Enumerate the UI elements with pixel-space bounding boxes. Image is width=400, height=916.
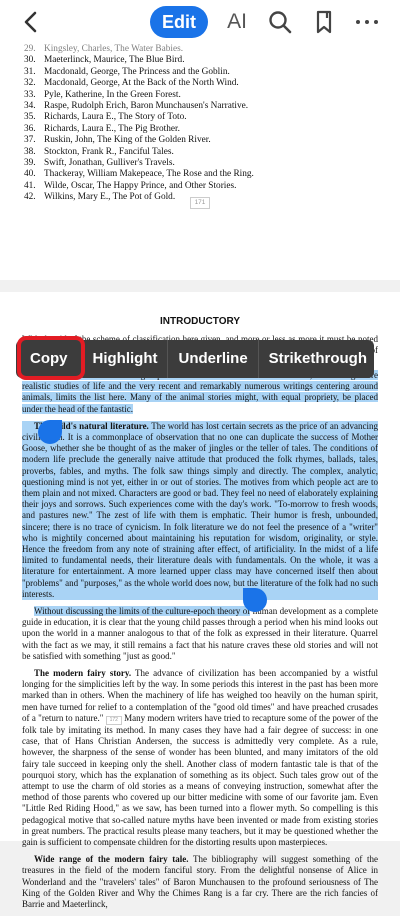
reference-list: 29. Kingsley, Charles, The Water Babies. 3… — [24, 44, 384, 203]
reference-item: 34. Raspe, Rudolph Erich, Baron Munchause… — [24, 101, 384, 112]
page-number: 171 — [190, 197, 210, 209]
top-app-bar: Edit AI — [0, 0, 400, 44]
paragraph: The modern fairy story. The advance of c… — [22, 668, 378, 848]
reference-text: Macdonald, George, The Princess and the … — [44, 66, 230, 77]
paragraph: Wide range of the modern fairy tale. The… — [22, 854, 378, 910]
strikethrough-button[interactable]: Strikethrough — [259, 340, 377, 378]
reference-item: 30. Maeterlinck, Maurice, The Blue Bird. — [24, 55, 384, 66]
ai-button[interactable]: AI — [222, 7, 252, 37]
paragraph: Without discussing the limits of the cul… — [22, 606, 378, 662]
reference-text: Maeterlinck, Maurice, The Blue Bird. — [44, 55, 185, 66]
reference-item: 41. Wilde, Oscar, The Happy Prince, and O… — [24, 181, 384, 192]
reference-item: 36. Richards, Laura E., The Pig Brother. — [24, 124, 384, 135]
reference-text: Macdonald, George, At the Back of the No… — [44, 78, 239, 89]
reference-number: 35. — [24, 112, 36, 123]
paragraph[interactable]: The child's natural literature. The worl… — [22, 420, 378, 601]
reference-item: 37. Ruskin, John, The King of the Golden … — [24, 135, 384, 146]
reference-number: 41. — [24, 180, 36, 191]
page-body: With the aid of the scheme of classifica… — [22, 334, 378, 916]
reference-number: 39. — [24, 157, 36, 168]
reference-item: 40. Thackeray, William Makepeace, The Ros… — [24, 169, 384, 180]
reference-item: 33. Pyle, Katherine, In the Green Forest. — [24, 90, 384, 101]
copy-highlight-frame — [17, 336, 85, 380]
reference-text: Swift, Jonathan, Gulliver's Travels. — [44, 157, 175, 168]
reference-text: Stockton, Frank R., Fanciful Tales. — [44, 146, 174, 157]
bookmark-icon[interactable] — [310, 8, 338, 36]
reference-number: 31. — [24, 66, 36, 77]
section-title: The modern fairy story. — [34, 668, 132, 679]
text: Many modern writers have tried to recapt… — [22, 712, 379, 847]
reference-text: Wilde, Oscar, The Happy Prince, and Othe… — [44, 180, 237, 191]
reference-number: 36. — [24, 123, 36, 134]
reference-text: Thackeray, William Makepeace, The Rose a… — [44, 169, 254, 180]
reference-text: Kingsley, Charles, The Water Babies. — [44, 44, 184, 54]
more-icon[interactable] — [352, 8, 382, 36]
page-heading: INTRODUCTORY — [160, 316, 240, 327]
reference-item: 31. Macdonald, George, The Princess and t… — [24, 67, 384, 78]
document-page: 29. Kingsley, Charles, The Water Babies. 3… — [0, 44, 400, 280]
reference-number: 33. — [24, 89, 36, 100]
highlight-button[interactable]: Highlight — [83, 340, 169, 378]
reference-text: Pyle, Katherine, In the Green Forest. — [44, 89, 181, 100]
reference-item: 32. Macdonald, George, At the Back of the… — [24, 78, 384, 89]
reference-text: Richards, Laura E., The Story of Toto. — [44, 112, 187, 123]
section-title: Wide range of the modern fairy tale. — [34, 854, 189, 865]
edit-button[interactable]: Edit — [150, 6, 208, 38]
reference-number: 29. — [24, 44, 36, 54]
reference-number: 42. — [24, 192, 36, 203]
text: The world has lost certain secrets as th… — [22, 420, 378, 599]
reference-number: 38. — [24, 146, 36, 157]
reference-number: 40. — [24, 169, 36, 180]
selected-text[interactable]: Without discussing the limits of the cul… — [34, 606, 251, 617]
reference-item: 39. Swift, Jonathan, Gulliver's Travels. — [24, 158, 384, 169]
selection-start-handle[interactable] — [38, 420, 62, 444]
reference-number: 30. — [24, 55, 36, 66]
back-arrow-icon[interactable] — [18, 8, 46, 36]
reference-text: Ruskin, John, The King of the Golden Riv… — [44, 135, 211, 146]
reference-number: 37. — [24, 135, 36, 146]
underline-button[interactable]: Underline — [168, 340, 259, 378]
page-number: 172 — [105, 715, 122, 725]
reference-text: Raspe, Rudolph Erich, Baron Munchausen's… — [44, 100, 249, 111]
reference-text: Wilkins, Mary E., The Pot of Gold. — [44, 192, 176, 203]
reference-item: 35. Richards, Laura E., The Story of Toto… — [24, 112, 384, 123]
search-icon[interactable] — [266, 8, 294, 36]
reference-item: 29. Kingsley, Charles, The Water Babies. — [24, 44, 384, 55]
reference-number: 34. — [24, 100, 36, 111]
selection-end-handle[interactable] — [243, 588, 267, 612]
reference-item: 38. Stockton, Frank R., Fanciful Tales. — [24, 147, 384, 158]
reference-number: 32. — [24, 78, 36, 89]
reference-text: Richards, Laura E., The Pig Brother. — [44, 123, 180, 134]
